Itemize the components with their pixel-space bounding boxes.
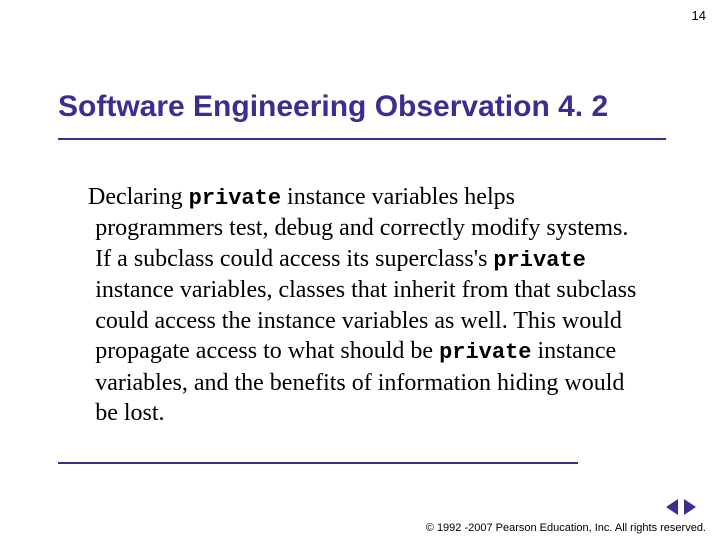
body-paragraph: Declaring private instance variables hel…: [88, 182, 648, 429]
slide-title: Software Engineering Observation 4. 2: [58, 90, 608, 124]
rule-top: [58, 138, 666, 140]
page-number: 14: [692, 8, 706, 23]
copyright-text: © 1992 -2007 Pearson Education, Inc. All…: [426, 522, 706, 534]
code-keyword-private-2: private: [493, 248, 585, 273]
copyright-footer: © 1992 -2007 Pearson Education, Inc. All…: [426, 522, 706, 534]
prev-slide-icon[interactable]: [666, 499, 678, 515]
code-keyword-private-3: private: [439, 340, 531, 365]
rule-bottom: [58, 462, 578, 464]
next-slide-icon[interactable]: [684, 499, 696, 515]
nav-controls: [666, 499, 696, 515]
body-part-1: Declaring: [88, 184, 189, 210]
code-keyword-private-1: private: [189, 186, 281, 211]
slide: 14 Software Engineering Observation 4. 2…: [0, 0, 720, 540]
